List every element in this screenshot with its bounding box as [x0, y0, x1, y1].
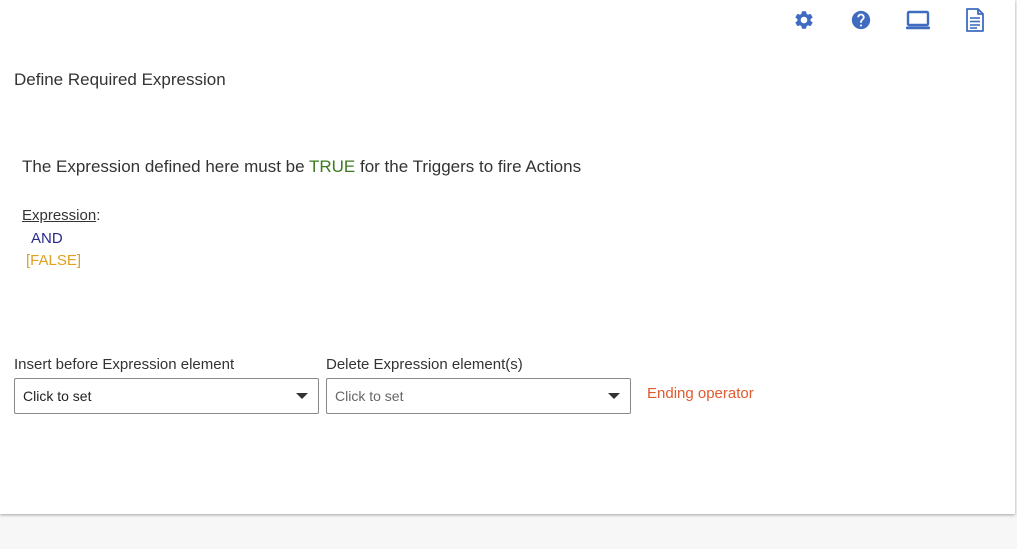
delete-select-value: Click to set: [335, 388, 404, 404]
laptop-icon: [906, 10, 930, 30]
chevron-down-icon: [296, 393, 308, 399]
expression-label-colon: :: [96, 207, 101, 224]
description-suffix: for the Triggers to fire Actions: [355, 157, 582, 176]
insert-select-value: Click to set: [23, 388, 92, 404]
insert-select[interactable]: Click to set: [14, 378, 319, 414]
insert-field: Insert before Expression element Click t…: [14, 356, 319, 414]
expression-description: The Expression defined here must be TRUE…: [22, 157, 581, 177]
settings-button[interactable]: [784, 6, 824, 34]
expression-value[interactable]: [FALSE]: [26, 252, 81, 269]
logs-button[interactable]: [955, 6, 995, 34]
delete-select[interactable]: Click to set: [326, 378, 631, 414]
delete-field: Delete Expression element(s) Click to se…: [326, 356, 631, 414]
main-card: Define Required Expression The Expressio…: [0, 0, 1015, 514]
insert-field-label: Insert before Expression element: [14, 356, 235, 373]
expression-label: Expression:: [22, 207, 100, 224]
ending-operator-warning: Ending operator: [647, 385, 754, 402]
chevron-down-icon: [608, 393, 620, 399]
display-button[interactable]: [898, 6, 938, 34]
description-prefix: The Expression defined here must be: [22, 157, 309, 176]
toolbar: [767, 6, 995, 34]
delete-field-label: Delete Expression element(s): [326, 356, 523, 373]
expression-operator[interactable]: AND: [31, 230, 63, 247]
gear-icon: [795, 11, 813, 29]
help-icon: [851, 10, 871, 30]
true-keyword: TRUE: [308, 157, 356, 176]
page-title: Define Required Expression: [14, 70, 226, 89]
help-button[interactable]: [841, 6, 881, 34]
expression-label-text: Expression: [22, 207, 97, 224]
document-icon: [966, 8, 984, 32]
